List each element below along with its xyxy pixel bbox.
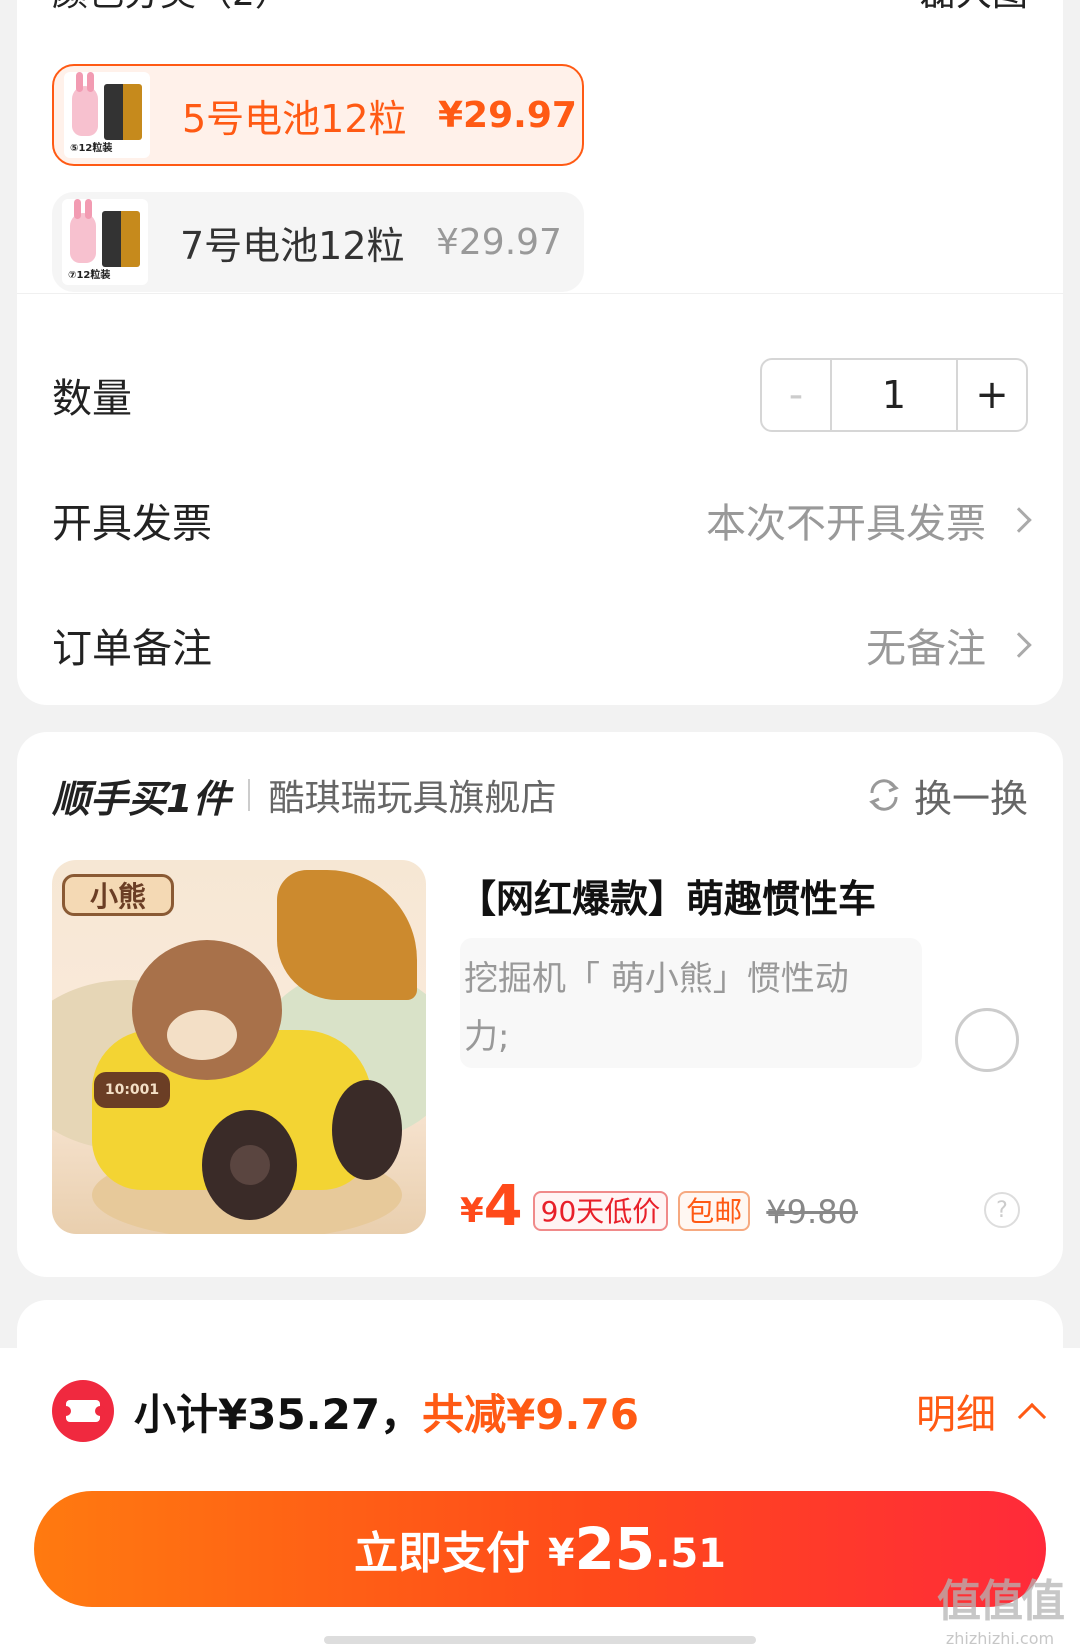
detail-label: 明细 [916,1392,996,1438]
original-price: ¥9.80 [766,1193,858,1231]
invoice-value: 本次不开具发票 [706,501,986,547]
coupon-icon [52,1380,114,1442]
variant-option-aaa[interactable]: ⑦12粒装 7号电池12粒 ¥29.97 [52,192,584,292]
color-section-header: 颜色分类（2） 磊大图 [52,0,1028,14]
product-description: 挖掘机「 萌小熊」惯性动 力; [460,938,922,1068]
pay-currency: ¥ [547,1531,575,1575]
variant-price: ¥29.97 [438,94,577,136]
store-name[interactable]: 酷琪瑞玩具旗舰店 [268,769,864,821]
invoice-value-group: 本次不开具发票 [706,491,1032,549]
product-desc-line: 力; [464,1017,510,1057]
decrease-button[interactable]: - [762,360,832,430]
pay-label: 立即支付 [353,1528,530,1579]
product-image[interactable]: 10:001 小熊 [52,860,426,1234]
toy-wheel [332,1080,402,1180]
product-desc-line: 挖掘机「 萌小熊」惯性动 [464,959,849,999]
pay-now-button[interactable]: 立即支付 ¥ 25 .51 [34,1491,1046,1607]
product-badge: 小熊 [62,874,174,916]
divider [17,293,1063,294]
summary-row: 小计¥35.27， 共减¥9.76 明细 [52,1376,1047,1446]
price-currency: ¥ [460,1191,484,1231]
refresh-icon [869,779,899,811]
variant-price: ¥29.97 [436,221,562,263]
wheel-hub [230,1145,270,1185]
increase-button[interactable]: + [956,360,1026,430]
remark-value: 无备注 [866,626,986,672]
site-watermark: 值值值 zhizhizhi.com [930,1565,1070,1648]
invoice-label: 开具发票 [52,501,212,547]
watermark-logo: 值值值 [937,1576,1065,1627]
free-shipping-badge: 包邮 [678,1191,751,1231]
bear-face [167,1010,237,1060]
subtotal-text: 小计¥35.27， [134,1389,423,1439]
add-on-header: 顺手买1件 酷琪瑞玩具旗舰店 换一换 [52,768,1028,823]
help-icon[interactable]: ? [984,1192,1020,1228]
pack-caption: ⑤12粒装 [70,143,113,154]
home-indicator [324,1636,756,1644]
chevron-right-icon [1006,507,1032,533]
remark-row[interactable]: 订单备注 无备注 [52,615,1032,675]
swap-button[interactable]: 换一换 [864,768,1028,823]
quantity-label: 数量 [52,376,132,422]
battery-pack-icon [104,84,142,140]
product-price-row: ¥ 4 90天低价 包邮 ¥9.80 [460,1175,858,1235]
remark-value-group: 无备注 [866,616,1032,674]
watermark-url: zhizhizhi.com [945,1629,1055,1648]
order-confirm-page: 颜色分类（2） 磊大图 ⑤12粒装 5号电池12粒 ¥29.97 ⑦12粒装 7… [0,0,1080,1650]
variant-name: 7号电池12粒 [180,223,405,268]
quantity-stepper: - 1 + [760,358,1028,432]
remark-label: 订单备注 [52,626,212,672]
variant-thumbnail: ⑤12粒装 [64,72,150,158]
low-price-badge: 90天低价 [532,1191,669,1231]
pack-caption: ⑦12粒装 [68,270,111,281]
select-product-checkbox[interactable] [955,1008,1019,1072]
add-on-title: 顺手买1件 [52,776,231,821]
invoice-row[interactable]: 开具发票 本次不开具发票 [52,490,1032,550]
bunny-mascot-icon [72,72,98,136]
product-title[interactable]: 【网红爆款】萌趣惯性车 [458,868,876,923]
pay-amount-integer: 25 [574,1515,656,1583]
color-section-title: 颜色分类（2） [52,0,291,16]
battery-pack-icon [102,211,140,267]
discount-text: 共减¥9.76 [422,1389,639,1439]
chevron-right-icon [1006,632,1032,658]
view-large-image-link[interactable]: 磊大图 [920,0,1028,16]
excavator-scoop [277,870,417,1000]
detail-toggle[interactable]: 明细 [916,1382,1047,1440]
swap-label: 换一换 [913,776,1028,821]
bunny-mascot-icon [70,199,96,263]
quantity-row: 数量 - 1 + [52,355,1028,435]
variant-thumbnail: ⑦12粒装 [62,199,148,285]
pay-amount-decimal: .51 [655,1531,727,1577]
divider [248,779,251,811]
product-price: 4 [483,1174,523,1239]
variant-name: 5号电池12粒 [182,96,407,141]
variant-option-aa[interactable]: ⑤12粒装 5号电池12粒 ¥29.97 [52,64,584,166]
quantity-value[interactable]: 1 [832,360,956,430]
toy-plate-label: 10:001 [94,1072,170,1108]
chevron-up-icon [1017,1402,1047,1432]
